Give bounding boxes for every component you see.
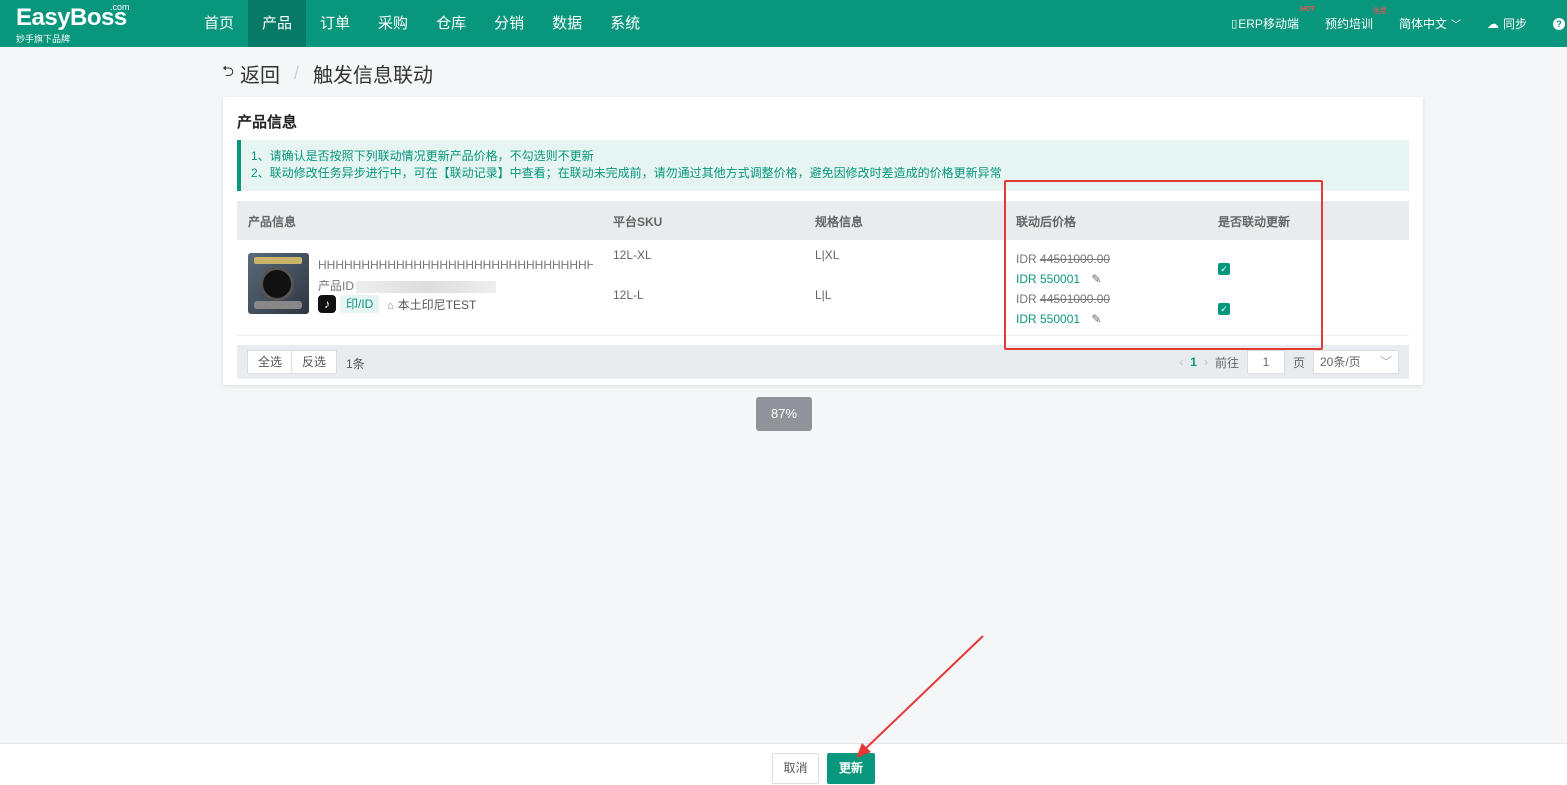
- card-title: 产品信息: [237, 114, 298, 131]
- cancel-button[interactable]: 取消: [772, 753, 819, 784]
- col-product-info: 产品信息: [248, 215, 297, 229]
- main-nav: 首页 产品 订单 采购 仓库 分销 数据 系统: [190, 0, 654, 47]
- chevron-down-icon: ﹀: [1379, 355, 1392, 369]
- page-number[interactable]: 1: [1190, 355, 1197, 369]
- old-price-value-2: 44501000.00: [1040, 292, 1111, 306]
- top-navigation-bar: EasyBoss .com 妙手旗下品牌 首页 产品 订单 采购 仓库 分销 数…: [0, 0, 1567, 47]
- hot-badge: HOT: [1300, 6, 1315, 13]
- nav-item-system[interactable]: 系统: [596, 0, 654, 47]
- goto-label: 前往: [1214, 355, 1239, 370]
- cloud-icon: ☁: [1486, 16, 1499, 31]
- help-button[interactable]: ?: [1553, 17, 1565, 30]
- training-label: 预约培训: [1324, 17, 1373, 31]
- free-badge: 免费: [1372, 8, 1387, 15]
- language-label: 简体中文: [1398, 17, 1447, 31]
- page-size-select[interactable]: 20条/页 ﹀: [1313, 350, 1399, 374]
- product-id-label: 产品ID: [318, 279, 355, 293]
- sku-1: 12L-XL: [613, 248, 652, 262]
- notice-line-1: 1、请确认是否按照下列联动情况更新产品价格，不勾选则不更新: [251, 149, 594, 163]
- currency-1: IDR: [1016, 252, 1037, 266]
- brand-suffix: .com: [110, 2, 130, 12]
- thumbnail-watch: [260, 267, 294, 301]
- breadcrumb-separator: /: [294, 62, 300, 83]
- col-linked-price: 联动后价格: [1016, 215, 1077, 229]
- shop-name: ⌂ 本土印尼TEST: [387, 296, 476, 313]
- new-price-2[interactable]: IDR 550001: [1016, 312, 1080, 326]
- notice-line-2: 2、联动修改任务异步进行中，可在【联动记录】中查看；在联动未完成前，请勿通过其他…: [251, 166, 1002, 180]
- link-update-checkbox-2[interactable]: ✓: [1218, 303, 1230, 315]
- page-size-value: 20条/页: [1320, 355, 1361, 369]
- spec-1: L|XL: [815, 248, 840, 262]
- region-tag: 印/ID: [340, 295, 380, 313]
- language-select[interactable]: 简体中文 ﹀: [1399, 15, 1461, 32]
- sync-button[interactable]: ☁ 同步: [1487, 15, 1527, 32]
- product-name[interactable]: HHHHHHHHHHHHHHHHHHHHHHHHHHHHHHHHHHHHHHHH: [318, 258, 593, 272]
- goto-page-input[interactable]: 1: [1246, 350, 1285, 374]
- mobile-erp-link[interactable]: ▯ ERP移动端 HOT: [1231, 6, 1315, 32]
- edit-icon[interactable]: ✎: [1091, 272, 1101, 286]
- back-arrow-icon[interactable]: ⮌: [222, 61, 234, 86]
- edit-icon[interactable]: ✎: [1091, 312, 1101, 326]
- col-link-update: 是否联动更新: [1218, 215, 1291, 229]
- breadcrumb: ⮌ 返回 / 触发信息联动: [222, 58, 433, 88]
- col-spec: 规格信息: [815, 215, 864, 229]
- notice-box: 1、请确认是否按照下列联动情况更新产品价格，不勾选则不更新 2、联动修改任务异步…: [237, 140, 1409, 191]
- help-icon: ?: [1553, 17, 1565, 30]
- sync-label: 同步: [1502, 17, 1527, 31]
- new-price-2-wrap: IDR 550001 ✎: [1016, 312, 1101, 326]
- currency-2: IDR: [1016, 292, 1037, 306]
- product-id-masked: [356, 280, 497, 293]
- pagination: ‹ 1 › 前往 1 页 20条/页 ﹀: [1172, 350, 1399, 374]
- back-link[interactable]: 返回: [240, 59, 280, 88]
- new-price-1[interactable]: IDR 550001: [1016, 272, 1080, 286]
- page-unit-label: 页: [1292, 355, 1305, 370]
- select-all-button[interactable]: 全选: [247, 350, 294, 374]
- sku-2: 12L-L: [613, 288, 644, 302]
- next-page-icon[interactable]: ›: [1204, 355, 1208, 369]
- old-price-value-1: 44501000.00: [1040, 252, 1111, 266]
- table-header: 产品信息 平台SKU 规格信息 联动后价格 是否联动更新: [237, 201, 1409, 240]
- mobile-erp-label: ERP移动端: [1238, 17, 1299, 31]
- brand-slogan: 妙手旗下品牌: [16, 34, 71, 44]
- action-footer: 取消 更新: [0, 743, 1567, 785]
- top-right-menu: ▯ ERP移动端 HOT 预约培训 免费 简体中文 ﹀ ☁ 同步 ?: [1231, 0, 1567, 47]
- thumbnail-strap: [254, 301, 302, 309]
- nav-item-data[interactable]: 数据: [538, 0, 596, 47]
- product-id: 产品ID: [318, 277, 497, 294]
- shop-label: 本土印尼TEST: [397, 298, 477, 312]
- update-button[interactable]: 更新: [827, 753, 875, 784]
- brand-logo[interactable]: EasyBoss .com 妙手旗下品牌: [16, 2, 136, 46]
- nav-item-warehouse[interactable]: 仓库: [422, 0, 480, 47]
- total-count: 1条: [346, 357, 365, 371]
- spec-2: L|L: [815, 288, 832, 302]
- phone-icon: ▯: [1231, 18, 1238, 30]
- invert-select-button[interactable]: 反选: [291, 350, 338, 374]
- shop-icon: ⌂: [387, 300, 394, 312]
- training-link[interactable]: 预约培训 免费: [1324, 8, 1387, 32]
- table-row: HHHHHHHHHHHHHHHHHHHHHHHHHHHHHHHHHHHHHHHH…: [237, 240, 1409, 336]
- link-update-checkbox-1[interactable]: ✓: [1218, 263, 1230, 275]
- page-title: 触发信息联动: [313, 64, 434, 87]
- nav-item-purchase[interactable]: 采购: [364, 0, 422, 47]
- product-info-card: 产品信息 1、请确认是否按照下列联动情况更新产品价格，不勾选则不更新 2、联动修…: [223, 97, 1423, 385]
- thumbnail-banner: [254, 257, 302, 264]
- nav-item-orders[interactable]: 订单: [306, 0, 364, 47]
- progress-indicator: 87%: [756, 397, 812, 431]
- product-thumbnail[interactable]: [248, 253, 309, 314]
- nav-item-home[interactable]: 首页: [190, 0, 248, 47]
- tiktok-icon: ♪: [318, 295, 336, 313]
- nav-item-products[interactable]: 产品: [248, 0, 307, 47]
- nav-item-distribution[interactable]: 分销: [480, 0, 538, 47]
- col-platform-sku: 平台SKU: [613, 215, 663, 229]
- chevron-down-icon: ﹀: [1450, 20, 1461, 31]
- old-price-2: IDR 44501000.00: [1016, 292, 1110, 306]
- table-footer: 全选 反选 1条 ‹ 1 › 前往 1 页 20条/页 ﹀: [237, 345, 1409, 379]
- prev-page-icon[interactable]: ‹: [1179, 355, 1183, 369]
- new-price-1-wrap: IDR 550001 ✎: [1016, 272, 1101, 286]
- old-price-1: IDR 44501000.00: [1016, 252, 1110, 266]
